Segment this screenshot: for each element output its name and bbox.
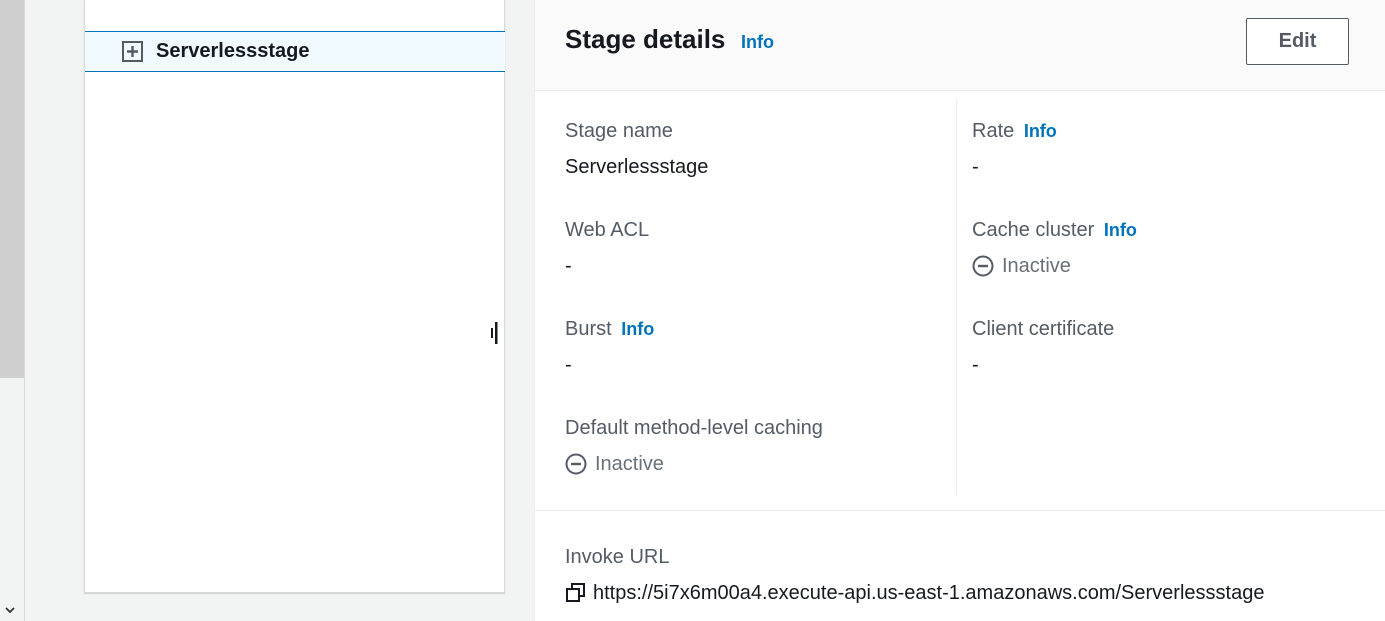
field-label: Client certificate xyxy=(972,318,1115,340)
scrollbar-thumb[interactable] xyxy=(0,0,24,378)
edit-button[interactable]: Edit xyxy=(1246,18,1349,65)
info-link[interactable]: Info xyxy=(741,32,774,53)
status-text: Inactive xyxy=(1002,255,1071,277)
field-label: Burst xyxy=(565,318,612,340)
field-label-row: Rate Info xyxy=(972,119,1057,143)
field-value: - xyxy=(565,354,572,376)
minus-circle-icon xyxy=(565,453,587,475)
section-divider xyxy=(535,510,1385,511)
invoke-url-row: https://5i7x6m00a4.execute-api.us-east-1… xyxy=(565,581,1264,605)
field-rate: Rate Info - xyxy=(972,119,1057,179)
column-divider xyxy=(956,98,957,495)
field-label: Web ACL xyxy=(565,219,650,241)
panel-resize-handle[interactable] xyxy=(490,322,500,344)
field-value: - xyxy=(972,354,979,376)
stage-details-panel: Stage details Info Edit Stage name Serve… xyxy=(534,0,1385,621)
field-label: Default method-level caching xyxy=(565,417,823,439)
tree-item-label: Serverlessstage xyxy=(156,40,310,62)
info-link[interactable]: Info xyxy=(1024,121,1057,141)
copy-icon[interactable] xyxy=(565,582,587,604)
field-invoke-url: Invoke URL https://5i7x6m00a4.execute-ap… xyxy=(565,545,1264,605)
field-cache-cluster: Cache cluster Info Inactive xyxy=(972,218,1137,278)
field-value: - xyxy=(972,156,979,178)
stages-tree-panel: Serverlessstage xyxy=(84,0,505,593)
field-label: Cache cluster xyxy=(972,219,1095,241)
field-label: Rate xyxy=(972,120,1015,142)
page-title: Stage details xyxy=(565,24,726,54)
plus-square-icon[interactable] xyxy=(122,41,143,62)
info-link[interactable]: Info xyxy=(1104,220,1137,240)
field-label: Stage name xyxy=(565,120,673,142)
field-label: Invoke URL xyxy=(565,546,670,568)
invoke-url-link[interactable]: https://5i7x6m00a4.execute-api.us-east-1… xyxy=(593,581,1264,605)
field-client-certificate: Client certificate - xyxy=(972,317,1114,377)
info-link[interactable]: Info xyxy=(621,319,654,339)
field-label-row: Cache cluster Info xyxy=(972,218,1137,242)
status-inactive: Inactive xyxy=(972,254,1137,278)
status-inactive: Inactive xyxy=(565,452,823,476)
minus-circle-icon xyxy=(972,255,994,277)
field-value: - xyxy=(565,255,572,277)
scrollbar[interactable] xyxy=(0,0,25,621)
details-header: Stage details Info Edit xyxy=(535,0,1385,91)
field-value: Serverlessstage xyxy=(565,156,709,178)
status-text: Inactive xyxy=(595,453,664,475)
field-stage-name: Stage name Serverlessstage xyxy=(565,119,708,179)
field-burst: Burst Info - xyxy=(565,317,654,377)
tree-item-serverlessstage[interactable]: Serverlessstage xyxy=(85,31,505,72)
field-label-row: Burst Info xyxy=(565,317,654,341)
field-default-caching: Default method-level caching Inactive xyxy=(565,416,823,476)
chevron-down-icon[interactable] xyxy=(3,604,17,618)
field-web-acl: Web ACL - xyxy=(565,218,649,278)
